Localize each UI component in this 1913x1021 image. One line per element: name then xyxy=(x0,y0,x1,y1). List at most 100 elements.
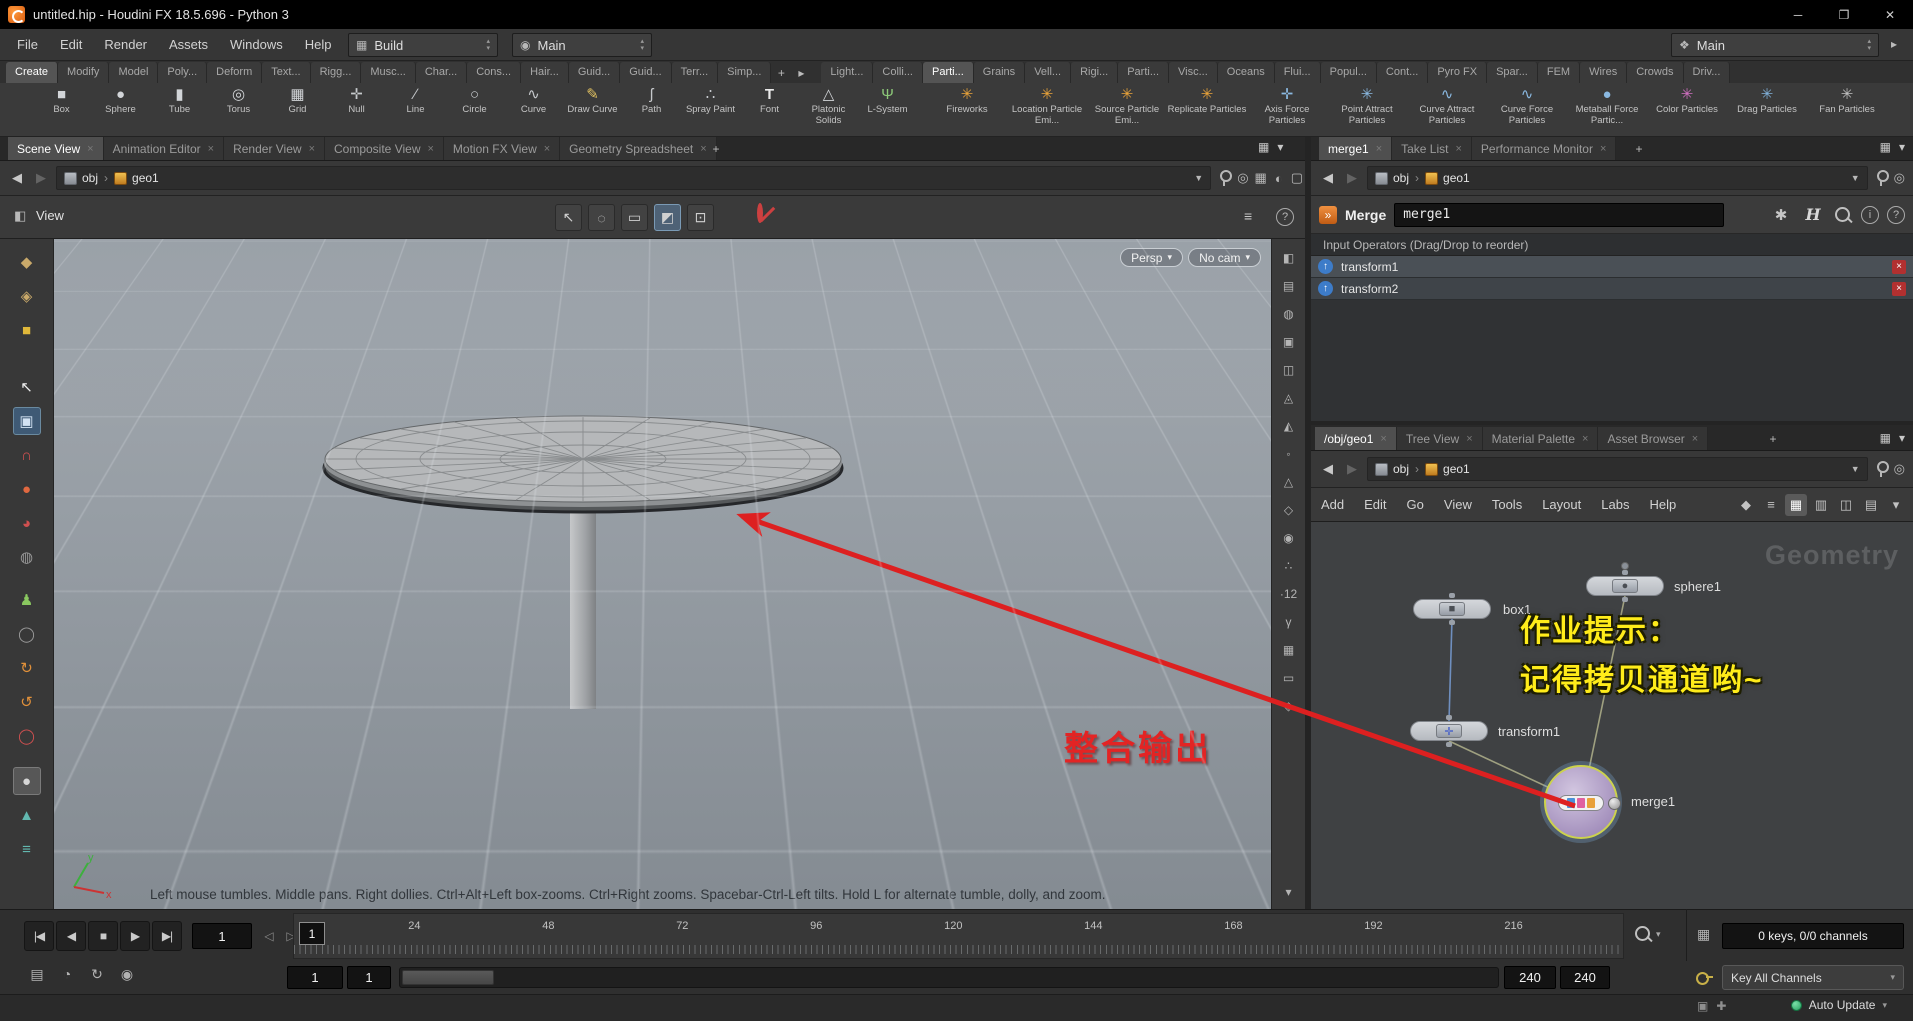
shelf-tool[interactable]: ✛ Null xyxy=(327,83,386,135)
gamma-icon[interactable]: γ xyxy=(1277,611,1301,633)
memory-icon[interactable]: ✚ xyxy=(1716,999,1726,1013)
path-field[interactable]: obj › geo1 ▼ xyxy=(1367,166,1868,190)
close-tab-icon[interactable]: × xyxy=(1455,143,1461,155)
shelf-tool[interactable]: ▮ Tube xyxy=(150,83,209,135)
path-dropdown-icon[interactable]: ▼ xyxy=(1851,173,1860,183)
playback-loop-icon[interactable]: ↻ xyxy=(84,961,110,987)
remove-input-icon[interactable]: × xyxy=(1892,281,1906,296)
shelf-tool[interactable]: ◎ Torus xyxy=(209,83,268,135)
scene-viewport[interactable]: Persp ▾ No cam ▾ y x Left mouse tumbles.… xyxy=(54,239,1271,909)
right-desktop-spinner[interactable]: ▴ ▾ xyxy=(1867,38,1871,52)
close-tab-icon[interactable]: × xyxy=(309,143,315,155)
node-box1[interactable]: ■ xyxy=(1413,593,1491,625)
character-icon[interactable]: ♟ xyxy=(13,586,41,614)
net-panes-icon[interactable]: ◫ xyxy=(1835,494,1857,516)
network-editor[interactable]: Geometry ● sphere1 ■ box1 ✛ transform1 m… xyxy=(1311,522,1913,909)
breadcrumb-obj[interactable]: obj xyxy=(1375,171,1409,185)
pane-tab[interactable]: Render View × xyxy=(224,137,325,160)
close-tab-icon[interactable]: × xyxy=(1582,433,1588,445)
close-tab-icon[interactable]: × xyxy=(544,143,550,155)
close-tab-icon[interactable]: × xyxy=(1376,143,1382,155)
shelf-tab[interactable]: Deform xyxy=(207,62,263,83)
path-dropdown-icon[interactable]: ▼ xyxy=(1194,173,1203,183)
shelf-tab[interactable]: Colli... xyxy=(873,62,923,83)
right-desktop-selector[interactable]: ❖ Main ▴ ▾ xyxy=(1671,33,1879,57)
shelf-tab[interactable]: Popul... xyxy=(1320,62,1377,83)
go-to-start-button[interactable]: |◀ xyxy=(24,921,54,951)
export-view-icon[interactable]: ◫ xyxy=(1277,359,1301,381)
network-menu-item[interactable]: Labs xyxy=(1591,488,1639,522)
breadcrumb-geo1[interactable]: geo1 xyxy=(114,171,159,185)
reorder-up-icon[interactable]: ↑ xyxy=(1318,259,1333,274)
follow-target-icon[interactable]: ◎ xyxy=(1894,170,1905,186)
ghost-icon[interactable]: ◍ xyxy=(13,543,41,571)
snap-magnet-icon[interactable]: ∩ xyxy=(13,441,41,469)
paint-brush-icon[interactable]: ◆ xyxy=(13,248,41,276)
shelf-add-tab-button[interactable]: + xyxy=(771,62,791,83)
shelf-tab[interactable]: Oceans xyxy=(1217,62,1275,83)
pane-grid-icon[interactable]: ▦ xyxy=(1258,140,1269,154)
node-merge1[interactable] xyxy=(1544,765,1621,839)
network-menu-item[interactable]: Help xyxy=(1639,488,1686,522)
close-button[interactable]: ✕ xyxy=(1867,0,1913,29)
close-tab-icon[interactable]: × xyxy=(1380,433,1386,445)
pane-tab[interactable]: /obj/geo1 × xyxy=(1315,427,1397,450)
desktop-selector[interactable]: ▦ Build ▴ ▾ xyxy=(348,33,498,57)
shelf-tab[interactable]: FEM xyxy=(1537,62,1581,83)
playbar-zoom[interactable]: ▾ xyxy=(1633,924,1661,944)
shelf-tab[interactable]: Parti... xyxy=(922,62,974,83)
shelf-tab[interactable]: Text... xyxy=(262,62,311,83)
shelf-tab[interactable]: Guid... xyxy=(568,62,621,83)
menu-item[interactable]: Assets xyxy=(158,29,219,61)
add-pane-tab-button[interactable]: + xyxy=(1629,138,1649,159)
ik-handle-icon[interactable]: ↻ xyxy=(13,654,41,682)
toolbar-more-icon[interactable]: ▾ xyxy=(1277,881,1301,903)
shelf-tool[interactable]: ✳ Color Particles xyxy=(1647,83,1727,135)
shelf-tab[interactable]: Char... xyxy=(415,62,468,83)
shelf-tab[interactable]: Musc... xyxy=(361,62,416,83)
stop-button[interactable]: ■ xyxy=(88,921,118,951)
shelf-tool[interactable]: ✳ Replicate Particles xyxy=(1167,83,1247,135)
add-pane-tab-button[interactable]: + xyxy=(1763,428,1783,449)
hide-objects-icon[interactable]: ◬ xyxy=(1277,387,1301,409)
menu-item[interactable]: Windows xyxy=(219,29,294,61)
close-tab-icon[interactable]: × xyxy=(87,143,93,155)
select-cursor-icon[interactable]: ↖ xyxy=(555,204,582,231)
minimize-button[interactable]: ─ xyxy=(1775,0,1821,29)
pin-icon[interactable] xyxy=(1874,169,1889,187)
net-tree-icon[interactable]: ≡ xyxy=(1760,494,1782,516)
node-sphere1[interactable]: ● xyxy=(1586,570,1664,602)
shelf-tab[interactable]: Wires xyxy=(1580,62,1628,83)
forward-icon[interactable]: ▶ xyxy=(32,170,50,186)
input-operator-row[interactable]: ↑ transform2 × xyxy=(1311,278,1913,300)
snapshot-icon[interactable]: ▤ xyxy=(1277,275,1301,297)
pane-menu-icon[interactable]: ▾ xyxy=(1899,431,1905,445)
pin-icon[interactable] xyxy=(1874,460,1889,478)
maximize-button[interactable]: ❐ xyxy=(1821,0,1867,29)
view-ball-icon[interactable]: ● xyxy=(12,767,41,795)
interrupt-render-icon[interactable] xyxy=(757,203,763,223)
shelf-tab[interactable]: Guid... xyxy=(620,62,672,83)
network-menu-item[interactable]: Tools xyxy=(1482,488,1532,522)
close-tab-icon[interactable]: × xyxy=(1692,433,1698,445)
shelf-scroll-icon[interactable]: ▸ xyxy=(791,62,811,83)
back-icon[interactable]: ◀ xyxy=(1319,170,1337,186)
lock-camera-icon[interactable]: ▣ xyxy=(1277,331,1301,353)
input-operator-row[interactable]: ↑ transform1 × xyxy=(1311,256,1913,278)
breadcrumb-obj[interactable]: obj xyxy=(64,171,98,185)
shelf-tab[interactable]: Terr... xyxy=(671,62,719,83)
pane-tab[interactable]: Performance Monitor × xyxy=(1471,137,1617,160)
shelf-tab[interactable]: Pyro FX xyxy=(1428,62,1488,83)
range-substart-field[interactable]: 1 xyxy=(347,966,391,989)
range-end-field[interactable]: 240 xyxy=(1504,966,1556,989)
shelf-tool[interactable]: ✳ Point Attract Particles xyxy=(1327,83,1407,135)
shelf-tab[interactable]: Modify xyxy=(58,62,110,83)
shelf-tool[interactable]: ∿ Curve Attract Particles xyxy=(1407,83,1487,135)
shelf-tool[interactable]: ✳ Location Particle Emi... xyxy=(1007,83,1087,135)
pane-grid-icon[interactable]: ▦ xyxy=(1880,431,1891,445)
ruler-icon[interactable]: ▭ xyxy=(1277,667,1301,689)
view-mode-icon[interactable]: ◧ xyxy=(1277,247,1301,269)
shelf-tool[interactable]: ∕ Line xyxy=(386,83,445,135)
projection-selector[interactable]: Persp ▾ xyxy=(1120,248,1183,267)
shelf-tab[interactable]: Driv... xyxy=(1683,62,1731,83)
